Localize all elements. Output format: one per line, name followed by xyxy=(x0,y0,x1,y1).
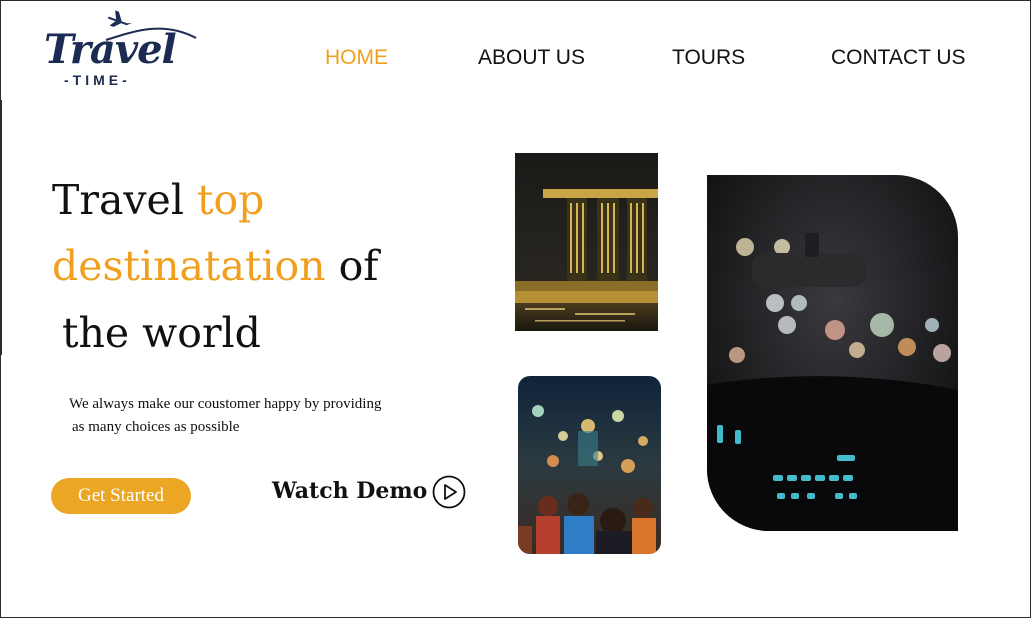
hero-subtitle-line-1: We always make our coustomer happy by pr… xyxy=(69,396,382,412)
hero-subtitle-line-2: as many choices as possible xyxy=(72,419,240,435)
logo-tagline: -TIME- xyxy=(64,72,131,88)
car-interior-bokeh-photo xyxy=(707,175,958,531)
hero-heading-line-1: Travel top xyxy=(52,180,264,221)
hero-heading-line-2: destinatation of xyxy=(52,246,379,287)
hero-text: of xyxy=(325,242,379,290)
nav-contact-us[interactable]: CONTACT US xyxy=(831,46,966,70)
get-started-button[interactable]: Get Started xyxy=(51,478,191,514)
hero-accent-text: top xyxy=(196,176,265,224)
nav-tours[interactable]: TOURS xyxy=(672,46,745,70)
hero-text: Travel xyxy=(52,176,197,224)
city-night-photo xyxy=(515,153,658,331)
night-market-photo xyxy=(518,376,661,554)
hero-accent-text: destinatation xyxy=(52,242,326,290)
travel-time-logo[interactable]: Travel -TIME- xyxy=(44,10,204,98)
play-icon[interactable] xyxy=(432,475,466,509)
nav-about-us[interactable]: ABOUT US xyxy=(478,46,585,70)
watch-demo-link[interactable]: Watch Demo xyxy=(272,478,427,504)
frame-edge xyxy=(0,100,2,355)
logo-wordmark: Travel xyxy=(44,26,177,73)
nav-home[interactable]: HOME xyxy=(325,46,388,70)
hero-heading-line-3: the world xyxy=(62,309,261,357)
